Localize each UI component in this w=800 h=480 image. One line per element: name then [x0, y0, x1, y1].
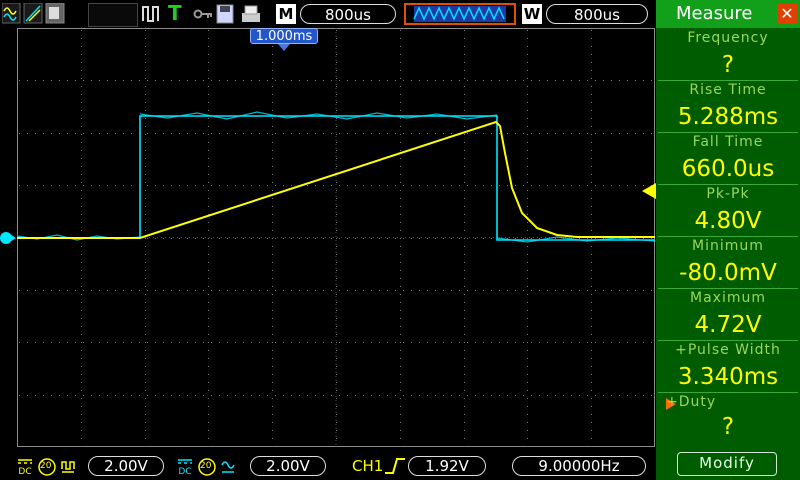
- divider: [658, 340, 798, 341]
- frequency-counter-display[interactable]: 9.00000Hz: [512, 456, 646, 476]
- ch2-bw-limit: 20: [200, 461, 212, 471]
- measure-value-pulse-width: 3.340ms: [677, 364, 779, 390]
- measure-value-frequency: ?: [721, 52, 735, 78]
- rising-edge-icon[interactable]: [384, 456, 406, 476]
- measure-label-minimum: Minimum: [692, 238, 764, 254]
- close-icon[interactable]: ✕: [777, 4, 797, 24]
- measure-value-pk-pk: 4.80V: [694, 208, 762, 234]
- measure-label-rise-time: Rise Time: [689, 82, 767, 98]
- ch2-scale-display[interactable]: 2.00V: [250, 456, 326, 476]
- time-marker-label: 1.000ms: [250, 28, 318, 44]
- modify-button[interactable]: Modify: [677, 452, 777, 476]
- run-stop-icon[interactable]: [142, 3, 160, 25]
- empty-slot: [88, 3, 138, 27]
- timebase-mode-label: M: [276, 4, 296, 24]
- divider: [658, 184, 798, 185]
- measure-label-maximum: Maximum: [690, 290, 766, 306]
- divider: [658, 236, 798, 237]
- measure-value-maximum: 4.72V: [694, 312, 762, 338]
- measure-label-pk-pk: Pk-Pk: [706, 186, 750, 202]
- waveform-grid[interactable]: [17, 28, 655, 447]
- divider: [658, 288, 798, 289]
- measure-panel: Measure ✕ Frequency ? Rise Time 5.288ms …: [656, 0, 800, 480]
- trigger-level-marker[interactable]: [642, 183, 656, 199]
- divider: [658, 392, 798, 393]
- trigger-status: T: [168, 1, 182, 25]
- window-timebase-display[interactable]: 800us: [546, 4, 648, 24]
- divider: [658, 80, 798, 81]
- divider: [658, 132, 798, 133]
- measure-label-frequency: Frequency: [687, 30, 769, 46]
- window-mode-label: W: [522, 4, 542, 24]
- measure-label-pulse-width: +Pulse Width: [675, 342, 781, 358]
- svg-text:DC: DC: [178, 467, 191, 477]
- waveform-preview-icon: [413, 6, 506, 22]
- trigger-level-display[interactable]: 1.92V: [408, 456, 486, 476]
- svg-text:DC: DC: [18, 467, 31, 477]
- measure-panel-header: Measure ✕: [656, 0, 800, 28]
- measure-value-duty: ?: [721, 414, 735, 440]
- display-mode-icons[interactable]: [2, 3, 82, 25]
- measure-value-minimum: -80.0mV: [679, 260, 777, 286]
- top-toolbar: T M 800us W 800us: [0, 0, 656, 28]
- ch1-scale-display[interactable]: 2.00V: [88, 456, 164, 476]
- timebase-display[interactable]: 800us: [300, 4, 396, 24]
- trigger-source-label: CH1: [352, 457, 384, 475]
- waveform-position-indicator[interactable]: [404, 3, 516, 25]
- measure-label-fall-time: Fall Time: [692, 134, 764, 150]
- key-save-print-icons[interactable]: [192, 3, 272, 25]
- measure-panel-title: Measure: [676, 3, 753, 24]
- waveform-display: [17, 28, 655, 447]
- measure-label-duty: +Duty: [666, 394, 717, 410]
- measure-value-fall-time: 660.0us: [681, 156, 775, 182]
- ch1-bw-limit: 20: [40, 461, 52, 471]
- ch1-ground-marker[interactable]: [0, 231, 16, 245]
- trigger-position-marker[interactable]: [278, 44, 290, 52]
- measure-value-rise-time: 5.288ms: [677, 104, 779, 130]
